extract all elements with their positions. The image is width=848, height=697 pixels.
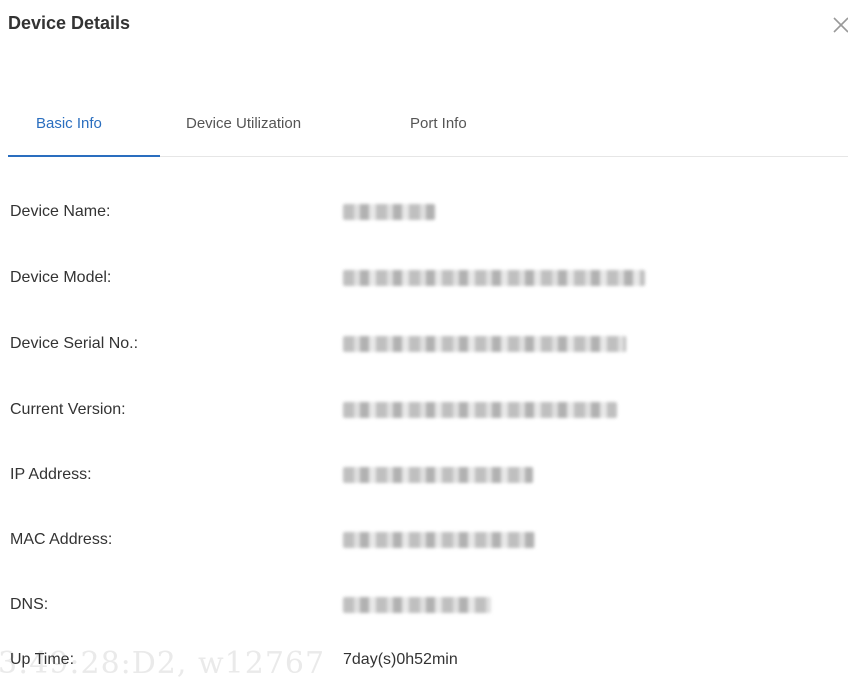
dns-label: DNS: (10, 596, 49, 613)
device-name-value-redacted (343, 204, 435, 220)
mac-address-value-redacted (343, 532, 535, 548)
dialog-title: Device Details (8, 13, 131, 33)
tab-device-utilization[interactable]: Device Utilization (186, 114, 301, 134)
info-row-ip-address: IP Address: (10, 463, 848, 487)
info-row-device-model: Device Model: (10, 266, 848, 290)
ip-address-value-redacted (343, 467, 533, 483)
dialog-header: Device Details (8, 10, 848, 50)
current-version-value-redacted (343, 402, 617, 418)
device-name-label: Device Name: (10, 203, 111, 220)
current-version-label: Current Version: (10, 401, 126, 418)
info-row-dns: DNS: (10, 593, 848, 617)
device-serial-value-redacted (343, 336, 626, 352)
tab-port-info[interactable]: Port Info (410, 114, 467, 134)
close-icon[interactable] (830, 14, 848, 36)
up-time-label: Up Time: (10, 651, 75, 668)
tab-basic-info[interactable]: Basic Info (36, 114, 102, 134)
info-row-device-name: Device Name: (10, 200, 848, 224)
ip-address-label: IP Address: (10, 466, 92, 483)
mac-address-label: MAC Address: (10, 531, 113, 548)
device-serial-label: Device Serial No.: (10, 335, 139, 352)
info-row-current-version: Current Version: (10, 398, 848, 422)
up-time-value: 7day(s)0h52min (343, 651, 458, 668)
device-model-label: Device Model: (10, 269, 112, 286)
info-row-device-serial: Device Serial No.: (10, 332, 848, 356)
info-row-mac-address: MAC Address: (10, 528, 848, 552)
info-row-up-time: Up Time: 7day(s)0h52min (10, 648, 848, 672)
tab-bar: Basic Info Device Utilization Port Info (8, 104, 848, 157)
dns-value-redacted (343, 597, 491, 613)
device-model-value-redacted (343, 270, 645, 286)
active-tab-indicator (8, 155, 160, 157)
